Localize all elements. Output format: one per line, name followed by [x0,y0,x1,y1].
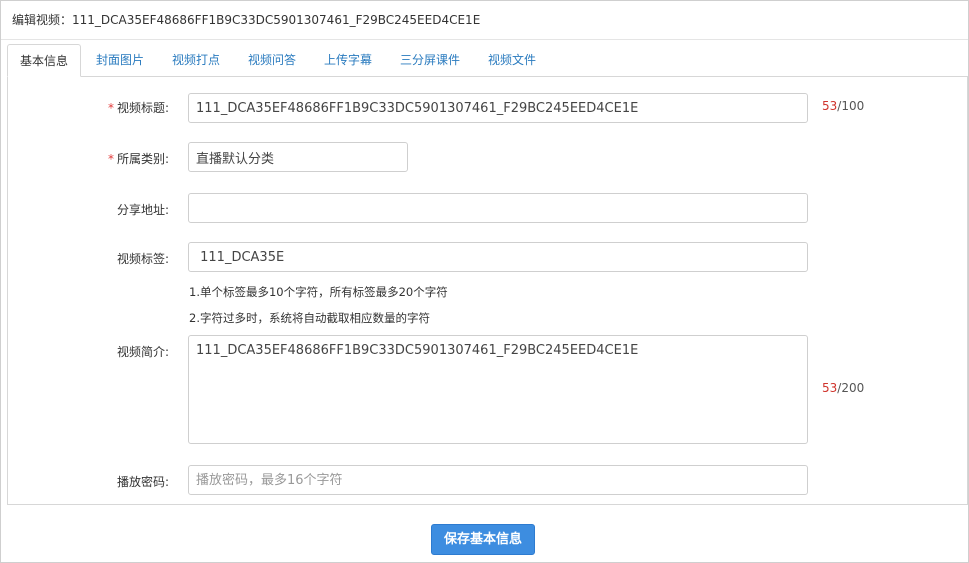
tab-cover-image[interactable]: 封面图片 [84,44,156,76]
video-description-label: 视频简介: [116,345,169,359]
tab-video-files[interactable]: 视频文件 [476,44,548,76]
video-title-input[interactable] [188,93,808,123]
dialog-titlebar: 编辑视频：111_DCA35EF48686FF1B9C33DC590130746… [1,1,968,40]
video-tags-input[interactable] [188,242,808,272]
tags-hint-1: 1.单个标签最多10个字符，所有标签最多20个字符 [189,285,448,299]
video-description-textarea[interactable]: 111_DCA35EF48686FF1B9C33DC5901307461_F29… [188,335,808,444]
tab-bar: 基本信息 封面图片 视频打点 视频问答 上传字幕 三分屏课件 视频文件 [7,44,967,77]
tab-basic-info[interactable]: 基本信息 [7,44,82,77]
share-url-input[interactable] [188,193,808,223]
description-char-counter: 53/200 [822,381,865,395]
tab-upload-subtitles[interactable]: 上传字幕 [312,44,384,76]
tab-video-qa[interactable]: 视频问答 [236,44,308,76]
tab-three-screen-courseware[interactable]: 三分屏课件 [388,44,472,76]
category-label: * 所属类别: [107,152,169,166]
category-select[interactable] [188,142,408,172]
share-url-label: 分享地址: [116,203,169,217]
dialog-title: 编辑视频：111_DCA35EF48686FF1B9C33DC590130746… [12,13,481,27]
save-basic-info-button[interactable]: 保存基本信息 [431,524,535,555]
required-mark: * [107,152,114,166]
video-tags-label: 视频标签: [116,252,169,266]
basic-info-panel: *视频标题: 53/100 *所属类别: 分享地址: 视频标签: 1.单个标签最… [7,76,968,505]
required-mark: * [107,101,114,115]
edit-video-dialog: 编辑视频：111_DCA35EF48686FF1B9C33DC590130746… [0,0,969,563]
video-title-label: * 视频标题: [107,101,169,115]
tags-hint-2: 2.字符过多时，系统将自动截取相应数量的字符 [189,311,430,325]
play-password-input[interactable] [188,465,808,495]
title-char-counter: 53/100 [822,99,865,113]
tab-video-markers[interactable]: 视频打点 [160,44,232,76]
play-password-label: 播放密码: [116,475,169,489]
